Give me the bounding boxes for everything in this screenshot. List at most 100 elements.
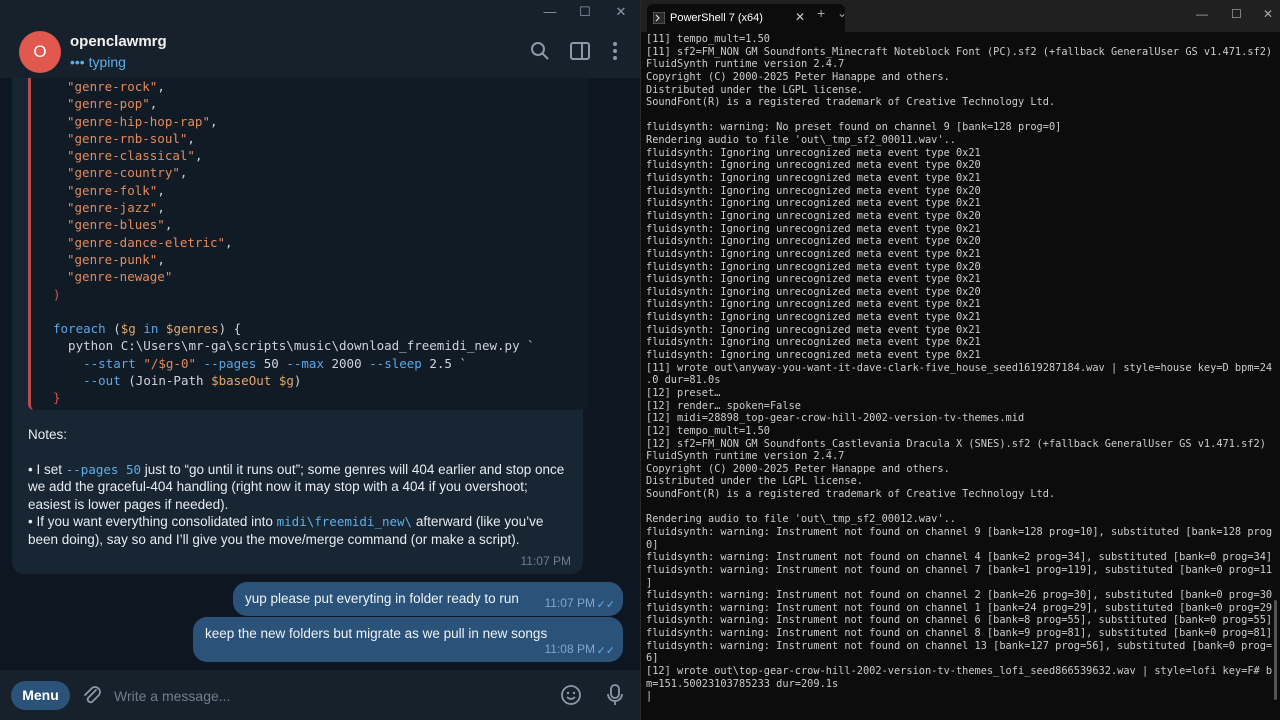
read-check-icon: ✓✓ <box>596 599 615 611</box>
terminal-line: m=151.50023103785233 dur=209.1s <box>646 677 839 690</box>
message-input[interactable] <box>112 682 536 710</box>
terminal-line: Distributed under the LGPL license. <box>646 83 863 96</box>
maximize-icon[interactable]: ☐ <box>1231 7 1242 21</box>
terminal-line: [12] midi=28898_top-gear-crow-hill-2002-… <box>646 412 1025 425</box>
terminal-line: SoundFont(R) is a registered trademark o… <box>646 96 1056 109</box>
message-time: 11:07 PM <box>544 596 595 610</box>
terminal-line: Distributed under the LGPL license. <box>646 475 863 488</box>
code-token: foreach <box>53 321 106 337</box>
microphone-icon[interactable] <box>605 683 625 707</box>
inline-code-pages: --pages 50 <box>65 461 142 477</box>
code-token: ) <box>293 373 302 389</box>
code-token: , <box>157 200 165 216</box>
new-tab-icon[interactable]: + <box>817 5 825 21</box>
avatar[interactable]: O <box>19 31 61 73</box>
chat-name[interactable]: openclawmrg <box>70 33 167 50</box>
code-token: "genre-punk" <box>67 251 158 267</box>
close-icon[interactable]: ✕ <box>611 4 631 20</box>
code-token: "genre-folk" <box>67 182 158 198</box>
typing-status: typing <box>88 54 126 70</box>
telegram-titlebar: — ☐ ✕ <box>0 0 640 26</box>
terminal-line: Rendering audio to file 'out\_tmp_sf2_00… <box>646 134 956 147</box>
emoji-icon[interactable] <box>560 684 582 706</box>
terminal-titlebar: PowerShell 7 (x64) ✕ + ⌄ — ☐ ✕ <box>641 0 1280 32</box>
code-token: , <box>149 96 158 112</box>
terminal-line: fluidsynth: warning: Instrument not foun… <box>646 525 1272 538</box>
chevron-down-icon[interactable]: ⌄ <box>837 6 847 20</box>
minimize-icon[interactable]: — <box>1196 7 1208 21</box>
code-line: "genre-punk", <box>31 251 588 268</box>
terminal-line: fluidsynth: Ignoring unrecognized meta e… <box>646 146 981 159</box>
sidebar-toggle-icon[interactable] <box>569 40 591 62</box>
minimize-icon[interactable]: — <box>540 4 560 19</box>
code-token: in <box>135 321 166 337</box>
tab-close-icon[interactable]: ✕ <box>795 10 805 24</box>
code-token: , <box>194 148 203 164</box>
terminal-line: Copyright (C) 2000-2025 Peter Hanappe an… <box>646 70 950 83</box>
terminal-line: fluidsynth: warning: Instrument not foun… <box>646 601 1272 614</box>
terminal-line: Copyright (C) 2000-2025 Peter Hanappe an… <box>646 462 950 475</box>
code-token: python C:\Users\mr-ga\scripts\music\down… <box>53 338 535 354</box>
code-line: "genre-hip-hop-rap", <box>31 113 588 130</box>
outgoing-message: yup please put everyting in folder ready… <box>233 582 623 616</box>
terminal-line: fluidsynth: Ignoring unrecognized meta e… <box>646 285 981 298</box>
code-token: 2.5 ` <box>421 355 467 371</box>
terminal-line: fluidsynth: Ignoring unrecognized meta e… <box>646 197 981 210</box>
scrollbar[interactable] <box>1274 600 1277 700</box>
terminal-line: [11] sf2=FM_NON GM Soundfonts_Minecraft … <box>646 45 1272 58</box>
terminal-line: fluidsynth: Ignoring unrecognized meta e… <box>646 222 981 235</box>
code-token: "genre-jazz" <box>67 200 158 216</box>
terminal-line: [11] tempo_mult=1.50 <box>646 33 770 45</box>
attach-icon[interactable] <box>81 684 103 706</box>
code-token: } <box>53 390 61 406</box>
terminal-line: fluidsynth: Ignoring unrecognized meta e… <box>646 209 981 222</box>
terminal-line: ] <box>646 576 653 589</box>
terminal-line: SoundFont(R) is a registered trademark o… <box>646 488 1056 501</box>
terminal-tab[interactable]: PowerShell 7 (x64) ✕ <box>647 4 845 32</box>
code-line: "genre-rock", <box>31 78 588 95</box>
code-token: , <box>157 182 165 198</box>
more-options-icon[interactable] <box>604 40 626 62</box>
telegram-window: — ☐ ✕ O openclawmrg ••• typing "genre-ro… <box>0 0 640 720</box>
terminal-line: fluidsynth: Ignoring unrecognized meta e… <box>646 247 981 260</box>
notes-text: Notes: • I set --pages 50 just to “go un… <box>28 426 568 548</box>
code-token: , <box>164 217 173 233</box>
terminal-line: fluidsynth: Ignoring unrecognized meta e… <box>646 184 981 197</box>
code-token: --max <box>286 355 324 371</box>
terminal-line: [12] preset… <box>646 386 721 399</box>
search-icon[interactable] <box>529 40 551 62</box>
close-icon[interactable]: ✕ <box>1263 7 1273 21</box>
terminal-line: FluidSynth runtime version 2.4.7 <box>646 450 845 463</box>
terminal-line: fluidsynth: Ignoring unrecognized meta e… <box>646 311 981 324</box>
code-token: 50 <box>256 355 287 371</box>
typing-dots-icon: ••• <box>70 54 85 70</box>
menu-button[interactable]: Menu <box>11 681 70 710</box>
terminal-line: fluidsynth: Ignoring unrecognized meta e… <box>646 336 981 349</box>
outgoing-message: keep the new folders but migrate as we p… <box>193 617 623 662</box>
terminal-output[interactable]: [11] tempo_mult=1.50 [11] sf2=FM_NON GM S… <box>646 33 1272 703</box>
terminal-line: FluidSynth runtime version 2.4.7 <box>646 58 845 71</box>
terminal-line: fluidsynth: Ignoring unrecognized meta e… <box>646 298 981 311</box>
terminal-line: .0 dur=81.0s <box>646 374 721 387</box>
maximize-icon[interactable]: ☐ <box>575 4 595 20</box>
code-line: ) <box>31 286 588 303</box>
code-line: "genre-blues", <box>31 216 588 233</box>
terminal-line: Rendering audio to file 'out\_tmp_sf2_00… <box>646 513 956 526</box>
incoming-message: "genre-rock", "genre-pop", "genre-hip-hop-… <box>12 78 588 574</box>
code-token: "/$g-0" <box>143 355 197 371</box>
chat-area[interactable]: "genre-rock", "genre-pop", "genre-hip-hop-… <box>0 78 640 670</box>
terminal-line: | <box>646 690 653 703</box>
terminal-line: fluidsynth: warning: Instrument not foun… <box>646 551 1272 564</box>
read-check-icon: ✓✓ <box>596 645 615 657</box>
code-token: "genre-classical" <box>67 148 195 164</box>
code-block[interactable]: "genre-rock", "genre-pop", "genre-hip-hop-… <box>28 78 588 410</box>
terminal-line: fluidsynth: Ignoring unrecognized meta e… <box>646 159 981 172</box>
terminal-line: [11] wrote out\anyway-you-want-it-dave-c… <box>646 361 1272 374</box>
notes-title: Notes: <box>28 427 68 442</box>
code-token: $baseOut <box>211 373 272 389</box>
code-token: , <box>187 130 195 146</box>
terminal-line: fluidsynth: Ignoring unrecognized meta e… <box>646 349 981 362</box>
code-token: --sleep <box>369 355 422 371</box>
